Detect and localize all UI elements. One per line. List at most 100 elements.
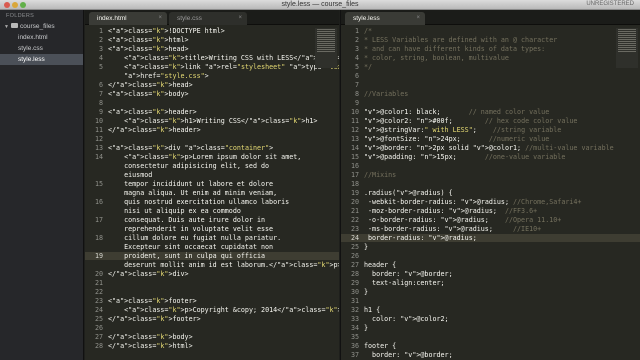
code-line[interactable]: 17 //Mixins (341, 171, 640, 179)
code-line[interactable]: reprehenderit in voluptate velit esse (85, 225, 339, 233)
code-line[interactable]: 28 </"a">class="k">html> (85, 342, 339, 350)
code-line[interactable]: 16 (341, 162, 640, 170)
code-line[interactable]: 33 color: "v">@color2; (341, 315, 640, 323)
code-line[interactable]: 10 <"a">class="k">h1>Writing CSS</"a">cl… (85, 117, 339, 125)
code-text: "v">@stringVar:" with LESS"; //string va… (364, 126, 562, 134)
close-tab-icon[interactable]: × (416, 12, 420, 25)
code-line[interactable]: 12 "v">@stringVar:" with LESS"; //string … (341, 126, 640, 134)
code-line[interactable]: eiusmod (85, 171, 339, 179)
code-line[interactable]: 14 "v">@border: "n">2px solid "v">@color1… (341, 144, 640, 152)
code-line[interactable]: 7 (341, 81, 640, 89)
code-line[interactable]: 8 //Variables (341, 90, 640, 98)
code-line[interactable]: 2 <"a">class="k">html> (85, 36, 339, 44)
code-line[interactable]: 4 <"a">class="k">title>Writing CSS with … (85, 54, 339, 62)
code-line[interactable]: nisi ut aliquip ex ea commodo (85, 207, 339, 215)
code-line[interactable]: 9 <"a">class="k">header> (85, 108, 339, 116)
code-line[interactable]: 10 "v">@color1: black; // named color val… (341, 108, 640, 116)
line-number: 24 (94, 306, 103, 314)
code-line[interactable]: 27 header { (341, 261, 640, 269)
code-line[interactable]: deserunt mollit anim id est laborum.</"a… (85, 261, 339, 269)
code-line[interactable]: 21 (85, 279, 339, 287)
line-number: 17 (94, 216, 103, 224)
code-text: h1 { (364, 306, 381, 314)
close-tab-icon[interactable]: × (158, 12, 162, 25)
code-text: nisi ut aliquip ex ea commodo (108, 207, 241, 215)
code-line[interactable]: 29 text-align:center; (341, 279, 640, 287)
code-line[interactable]: 13 <"a">class="k">div "a">class="containe… (85, 144, 339, 152)
tab-label: style.css (177, 15, 202, 22)
sidebar-item-style-less[interactable]: style.less (0, 54, 83, 65)
tab-style-less[interactable]: style.less × (345, 12, 425, 25)
code-line[interactable]: 36 footer { (341, 342, 640, 350)
code-line[interactable]: 13 "v">@fontSize: "n">24px; //numeric val… (341, 135, 640, 143)
sidebar-item-course-files[interactable]: ▼ course_files (0, 21, 83, 32)
code-line[interactable]: 2 * LESS Variables are defined with an @ … (341, 36, 640, 44)
code-text: <"a">class="k">header> (108, 108, 197, 116)
code-line[interactable]: 30} (341, 288, 640, 296)
tab-style-css[interactable]: style.css × (169, 12, 247, 25)
code-line[interactable]: 25 </"a">class="k">footer> (85, 315, 339, 323)
code-line[interactable]: 5 <"a">class="k">link "a">rel="styleshee… (85, 63, 339, 71)
code-line[interactable]: 26 (85, 324, 339, 332)
code-line[interactable]: 26 (341, 252, 640, 260)
code-line[interactable]: 16 quis nostrud exercitation ullamco lab… (85, 198, 339, 206)
code-line[interactable]: 28 border: "v">@border; (341, 270, 640, 278)
code-line[interactable]: 20 -webkit-border-radius: "v">@radius; /… (341, 198, 640, 206)
code-line[interactable]: 7 <"a">class="k">body> (85, 90, 339, 98)
line-number: 15 (350, 153, 359, 161)
code-line[interactable]: 3 * and can have different kinds of data … (341, 45, 640, 53)
code-line[interactable]: 19 .radius("v">@radius) { (341, 189, 640, 197)
code-line[interactable]: 11 </"a">class="k">header> (85, 126, 339, 134)
line-number: 4 (98, 54, 103, 62)
code-line[interactable]: 17 consequat. Duis aute irure dolor in (85, 216, 339, 224)
code-line[interactable]: 5 */ (341, 63, 640, 71)
code-line[interactable]: consectetur adipisicing elit, sed do (85, 162, 339, 170)
code-line[interactable]: 37 border: "v">@border; (341, 351, 640, 359)
tab-index-html[interactable]: index.html × (89, 12, 167, 25)
disclosure-triangle-icon[interactable]: ▼ (4, 22, 11, 33)
code-line[interactable]: 15 "v">@padding: "n">15px; //one-value va… (341, 153, 640, 161)
minimap-left[interactable] (315, 28, 337, 68)
sidebar-item-index-html[interactable]: index.html (0, 32, 83, 43)
code-line[interactable]: 11 "v">@color2: "n">#00f; // hex code col… (341, 117, 640, 125)
line-number: 2 (354, 36, 359, 44)
code-line[interactable]: 6 (341, 72, 640, 80)
code-line[interactable]: 21 -moz-border-radius: "v">@radius; //FF… (341, 207, 640, 215)
code-editor-left[interactable]: 1 <"a">class="k">!DOCTYPE html> 2 <"a">clas… (85, 27, 339, 360)
code-line[interactable]: 6 </"a">class="k">head> (85, 81, 339, 89)
code-line[interactable]: 12 (85, 135, 339, 143)
code-line[interactable]: Excepteur sint occaecat cupidatat non (85, 243, 339, 251)
code-line[interactable]: 1 /* (341, 27, 640, 35)
line-number: 19 (350, 189, 359, 197)
code-line[interactable]: magna aliqua. Ut enim ad minim veniam, (85, 189, 339, 197)
code-line[interactable]: 14 <"a">class="k">p>Lorem ipsum dolor si… (85, 153, 339, 161)
code-line[interactable]: 23 -ms-border-radius: "v">@radius; //IE1… (341, 225, 640, 233)
code-line[interactable]: 23 <"a">class="k">footer> (85, 297, 339, 305)
sidebar-item-style-css[interactable]: style.css (0, 43, 83, 54)
code-line[interactable]: 18 cillum dolore eu fugiat nulla pariatu… (85, 234, 339, 242)
code-line[interactable]: 9 (341, 99, 640, 107)
code-line[interactable]: "a">href="style.css"> (85, 72, 339, 80)
code-line[interactable]: 20 </"a">class="k">div> (85, 270, 339, 278)
code-line[interactable]: 1 <"a">class="k">!DOCTYPE html> (85, 27, 339, 35)
code-line[interactable]: 18 (341, 180, 640, 188)
code-line[interactable]: 24 <"a">class="k">p>Copyright &copy; 201… (85, 306, 339, 314)
code-line[interactable]: 32 h1 { (341, 306, 640, 314)
code-line[interactable]: 15 tempor incididunt ut labore et dolore (85, 180, 339, 188)
line-number: 20 (350, 198, 359, 206)
code-line[interactable]: 31 (341, 297, 640, 305)
code-line[interactable]: 35 (341, 333, 640, 341)
minimap-right[interactable] (616, 28, 638, 68)
code-line[interactable]: 22 (85, 288, 339, 296)
code-line[interactable]: 25} (341, 243, 640, 251)
close-tab-icon[interactable]: × (238, 12, 242, 25)
code-line[interactable]: 24 border-radius: "v">@radius; (341, 234, 640, 242)
code-line[interactable]: 34} (341, 324, 640, 332)
code-line[interactable]: 3 <"a">class="k">head> (85, 45, 339, 53)
code-line[interactable]: 22 -o-border-radius: "v">@radius; //Oper… (341, 216, 640, 224)
code-line[interactable]: 8 (85, 99, 339, 107)
code-editor-right[interactable]: 1 /* 2 * LESS Variables are defined with an… (341, 27, 640, 360)
code-line[interactable]: 27 </"a">class="k">body> (85, 333, 339, 341)
code-line[interactable]: 4 * color, string, boolean, multivalue (341, 54, 640, 62)
code-line[interactable]: 19 proident, sunt in culpa qui officia (85, 252, 339, 260)
